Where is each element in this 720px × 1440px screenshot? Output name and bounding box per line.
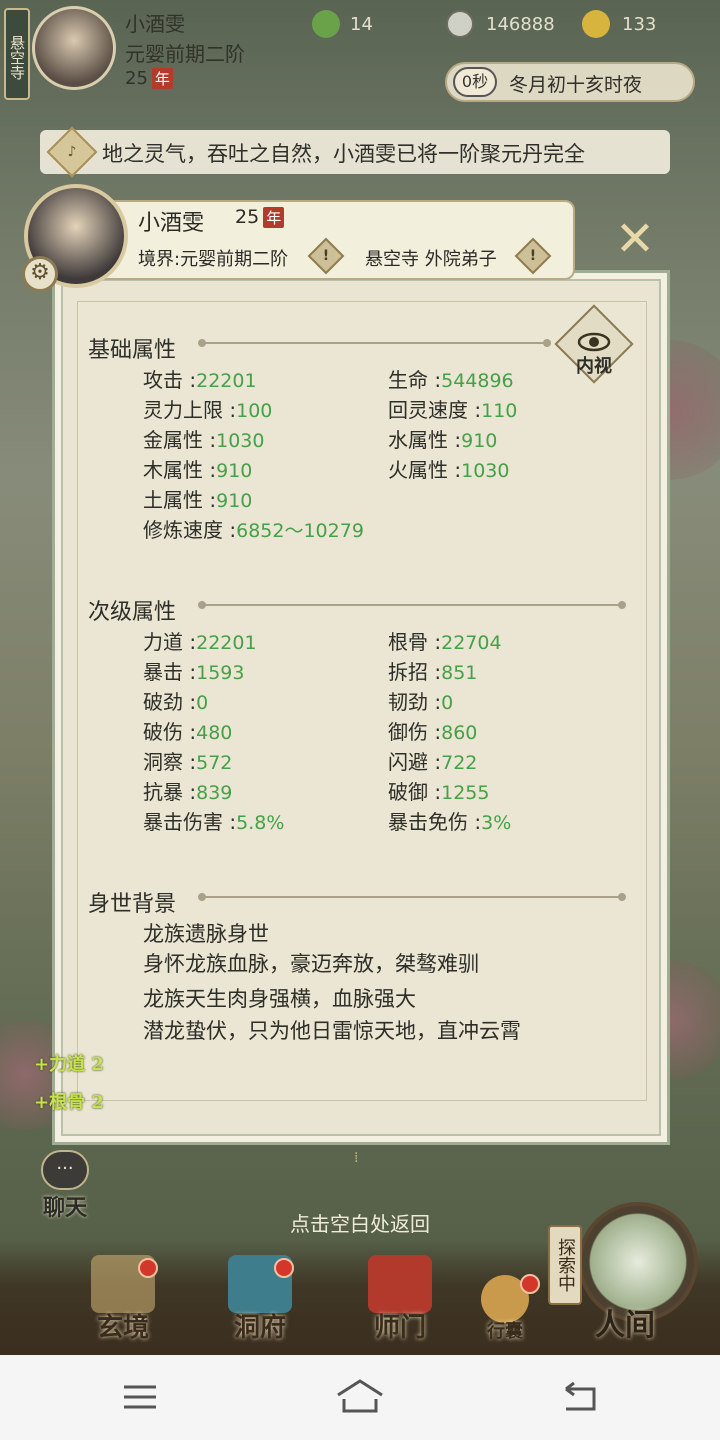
stat-insight: 洞察 :572	[143, 750, 233, 774]
stat-strength: 力道 :22201	[143, 630, 257, 654]
exploring-tag: 探索中	[548, 1225, 582, 1305]
chat-label: 聊天	[42, 1195, 87, 1221]
stat-mana-max: 灵力上限 :100	[143, 398, 273, 422]
section-divider	[198, 601, 626, 609]
nav-xingnang[interactable]: 行囊	[470, 1255, 540, 1350]
stat-mana-regen: 回灵速度 :110	[388, 398, 518, 422]
notification-dot	[520, 1274, 540, 1294]
notification-dot	[138, 1258, 158, 1278]
nav-dongfu[interactable]: 洞府	[205, 1255, 315, 1350]
bonus-strength: +力道 2	[34, 1054, 104, 1075]
menu-icon[interactable]	[110, 1377, 170, 1417]
background-title: 身世背景	[88, 892, 177, 917]
stat-dodge: 闪避 :722	[388, 750, 478, 774]
strength-icon	[582, 10, 610, 38]
character-realm: 境界:元婴前期二阶	[138, 249, 289, 270]
strength-count: 133	[622, 14, 657, 35]
jade-icon	[312, 10, 340, 38]
system-nav-bar	[0, 1355, 720, 1440]
notice-text: 地之灵气，吞吐之自然，小酒雯已将一阶聚元丹完全	[102, 142, 585, 166]
pin-icon: ⁞	[354, 1150, 359, 1166]
stat-earth: 土属性 :910	[143, 488, 253, 512]
section-divider	[198, 339, 551, 347]
stat-water: 水属性 :910	[388, 428, 498, 452]
stat-crit-damage-reduction: 暴击免伤 :3%	[388, 810, 512, 834]
banner-icon	[368, 1255, 432, 1313]
bonus-constitution: +根骨 2	[34, 1092, 104, 1113]
stat-damage-resist: 御伤 :860	[388, 720, 478, 744]
home-icon[interactable]	[330, 1377, 390, 1417]
stat-crit-damage: 暴击伤害 :5.8%	[143, 810, 285, 834]
stat-fire: 火属性 :1030	[388, 458, 510, 482]
character-name: 小酒雯	[138, 211, 205, 236]
close-icon[interactable]: ✕	[610, 214, 660, 264]
character-age: 25 年	[235, 206, 285, 228]
stat-wood: 木属性 :910	[143, 458, 253, 482]
stat-defense-break: 破御 :1255	[388, 780, 490, 804]
stat-constitution: 根骨 :22704	[388, 630, 502, 654]
stat-toughness: 韧劲 :0	[388, 690, 454, 714]
background-line: 潜龙蛰伏，只为他日雷惊天地，直冲云霄	[143, 1019, 521, 1043]
stat-hp: 生命 :544896	[388, 368, 514, 392]
stat-attack: 攻击 :22201	[143, 368, 257, 392]
background-line: 龙族遗脉身世	[143, 922, 269, 946]
player-name: 小酒雯	[125, 12, 185, 36]
player-realm: 元婴前期二阶	[125, 42, 245, 66]
nav-shimen[interactable]: 师门	[345, 1255, 455, 1350]
game-time: 0秒 冬月初十亥时夜	[445, 62, 695, 102]
stat-cultivation-speed: 修炼速度 :6852～10279	[143, 518, 364, 542]
background-line: 龙族天生肉身强横，血脉强大	[143, 987, 416, 1011]
nav-renjian[interactable]: 人间	[580, 1300, 670, 1344]
bell-icon: ♪	[46, 126, 98, 178]
chat-icon: ···	[41, 1150, 89, 1190]
stat-break-force: 破劲 :0	[143, 690, 209, 714]
top-bar: 悬空寺 小酒雯 元婴前期二阶 25 年 14 146888 133 0秒 冬月初十…	[0, 0, 720, 110]
player-age: 25 年	[125, 68, 173, 89]
stat-metal: 金属性 :1030	[143, 428, 265, 452]
inner-view-label[interactable]: 内视	[568, 352, 620, 378]
stat-parry: 拆招 :851	[388, 660, 478, 684]
background-line: 身怀龙族血脉，豪迈奔放，桀骜难驯	[143, 952, 479, 976]
sect-tag[interactable]: 悬空寺	[4, 8, 30, 100]
back-icon[interactable]	[550, 1377, 610, 1417]
player-avatar[interactable]	[32, 6, 116, 90]
stat-crit: 暴击 :1593	[143, 660, 245, 684]
basic-attributes-title: 基础属性	[88, 338, 177, 363]
stat-crit-resist: 抗暴 :839	[143, 780, 233, 804]
notification-dot	[274, 1258, 294, 1278]
coin-icon	[446, 10, 474, 38]
nav-xuanjing[interactable]: 玄境	[68, 1255, 178, 1350]
gear-icon[interactable]: ⚙	[22, 256, 58, 292]
character-sect: 悬空寺 外院弟子	[365, 249, 497, 270]
chat-button[interactable]: ··· 聊天	[34, 1150, 96, 1224]
secondary-attributes-title: 次级属性	[88, 600, 177, 625]
jade-count: 14	[350, 14, 373, 35]
coin-count: 146888	[486, 14, 555, 35]
section-divider	[198, 893, 626, 901]
time-text: 冬月初十亥时夜	[509, 74, 643, 96]
timer-badge: 0秒	[453, 67, 497, 97]
notice-banner: ♪ 地之灵气，吞吐之自然，小酒雯已将一阶聚元丹完全	[40, 126, 670, 178]
stat-damage-pierce: 破伤 :480	[143, 720, 233, 744]
